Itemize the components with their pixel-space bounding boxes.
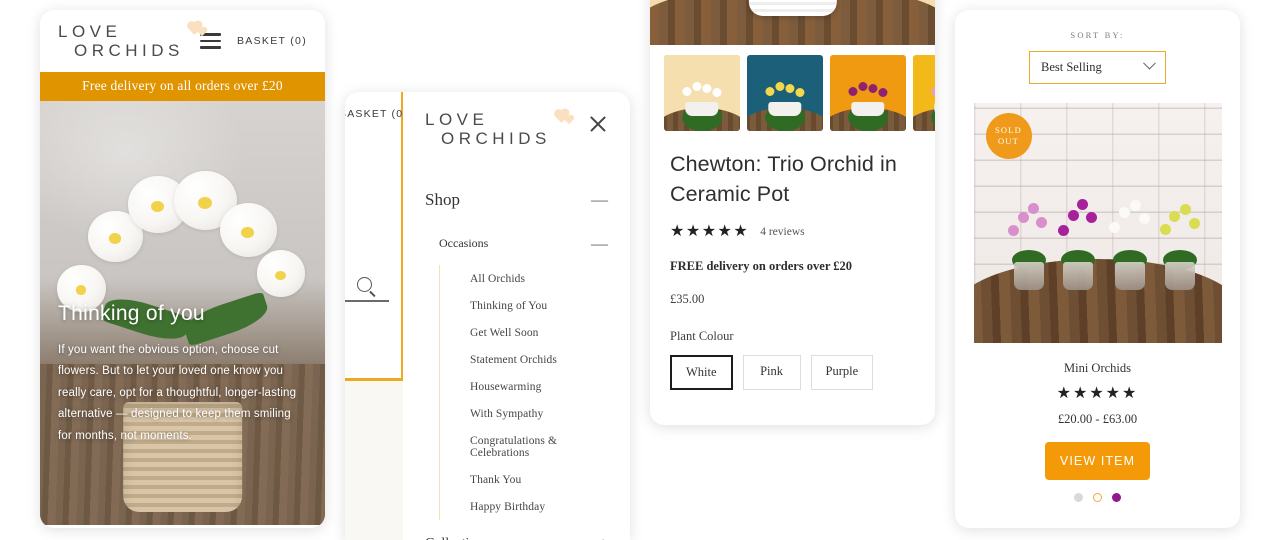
basket-link[interactable]: BASKET (0) (237, 35, 307, 47)
thumbnail-flowers (927, 79, 935, 105)
view-item-button[interactable]: VIEW ITEM (1045, 442, 1150, 480)
product-thumbnail[interactable] (664, 55, 740, 131)
product-card-rating: ★★★★★ (1056, 385, 1139, 402)
product-thumbnail[interactable] (913, 55, 935, 131)
close-icon[interactable] (588, 114, 608, 134)
product-title: Chewton: Trio Orchid in Ceramic Pot (670, 152, 897, 206)
list-item[interactable]: Thinking of You (470, 292, 608, 319)
swatch-dot-grey[interactable] (1074, 493, 1083, 502)
sort-by-label: SORT BY: (1070, 30, 1125, 40)
product-main-image[interactable] (650, 0, 935, 45)
product-card-price: £20.00 - £63.00 (1057, 412, 1138, 426)
orchid-pot (1013, 262, 1044, 291)
status-badge-line2: OUT (997, 136, 1020, 146)
hero-title: Thinking of you (58, 301, 205, 325)
hero-copy: Thinking of you If you want the obvious … (58, 302, 307, 448)
product-price: £35.00 (670, 292, 705, 306)
nav-item-occasions-label: Occasions (439, 236, 489, 250)
orchid-pot (1165, 262, 1196, 291)
review-count[interactable]: 4 reviews (760, 226, 804, 238)
star-rating: ★★★★★ (670, 223, 750, 240)
product-thumbnail[interactable] (747, 55, 823, 131)
product-listing-panel: SORT BY: Best Selling SOLD OUT Mini Orch… (955, 10, 1240, 528)
colour-option-pink[interactable]: Pink (742, 355, 801, 390)
orchid-flowers (1056, 194, 1100, 254)
product-card-title[interactable]: Mini Orchids (955, 361, 1240, 376)
drawer-left-strip: BASKET (0) (345, 92, 407, 540)
product-rating: ★★★★★ 4 reviews (670, 224, 915, 240)
list-item[interactable]: Statement Orchids (470, 346, 608, 373)
sort-by-value: Best Selling (1041, 60, 1102, 74)
product-card-image[interactable]: SOLD OUT (973, 103, 1222, 343)
home-page-panel: LOVE ORCHIDS BASKET (0) Free delivery on… (40, 10, 325, 528)
plant-colour-options: White Pink Purple (670, 355, 915, 390)
swatch-dot-orange[interactable] (1093, 493, 1102, 502)
screenshot-stage: LOVE ORCHIDS BASKET (0) Free delivery on… (0, 0, 1280, 540)
search-icon[interactable] (357, 277, 372, 292)
drawer-basket-link[interactable]: BASKET (0) (345, 108, 408, 120)
nav-item-shop-label: Shop (425, 190, 460, 209)
free-delivery-banner: Free delivery on all orders over £20 (40, 72, 325, 101)
swatch-dot-purple[interactable] (1112, 493, 1121, 502)
brand-logo-line2: ORCHIDS (74, 41, 184, 60)
header-actions: BASKET (0) (200, 33, 307, 49)
orchid-pot (1063, 262, 1094, 291)
status-badge-line1: SOLD (995, 125, 1022, 135)
nav-item-occasions[interactable]: Occasions — (425, 235, 608, 252)
minus-icon[interactable]: — (591, 191, 608, 208)
hero-section: Thinking of you If you want the obvious … (40, 101, 325, 525)
strip-cream-area (345, 381, 403, 540)
minus-icon[interactable]: — (591, 235, 608, 252)
drawer-brand-line2: ORCHIDS (441, 129, 551, 148)
drawer-content: LOVE ORCHIDS Shop — Occasions — All Orch… (403, 92, 630, 540)
orchid-pot (1115, 262, 1146, 291)
list-item[interactable]: Housewarming (470, 373, 608, 400)
colour-option-white[interactable]: White (670, 355, 733, 390)
orchid-flowers (1108, 194, 1152, 254)
brand-logo[interactable]: LOVE ORCHIDS (58, 22, 207, 60)
search-underline (345, 300, 389, 302)
plant-colour-label: Plant Colour (670, 329, 734, 343)
occasions-submenu: All Orchids Thinking of You Get Well Soo… (439, 265, 608, 520)
site-header: LOVE ORCHIDS BASKET (0) (40, 10, 325, 72)
thumbnail-pot (768, 102, 802, 116)
list-item[interactable]: Thank You (470, 466, 608, 493)
variant-swatch-dots (955, 493, 1240, 502)
list-item[interactable]: Congratulations & Celebrations (470, 427, 608, 466)
sort-by-select[interactable]: Best Selling (1029, 51, 1166, 84)
drawer-header: LOVE ORCHIDS (425, 110, 608, 148)
nav-item-collections-label: Collections (425, 536, 489, 540)
product-thumbnail-strip (650, 45, 935, 143)
list-item[interactable]: Get Well Soon (470, 319, 608, 346)
hamburger-menu-icon[interactable] (200, 33, 221, 49)
brand-logo-line1: LOVE (58, 22, 122, 41)
list-item[interactable]: With Sympathy (470, 400, 608, 427)
navigation-drawer-panel: BASKET (0) LOVE ORCHIDS Shop — Occasions… (345, 92, 630, 540)
nav-item-shop[interactable]: Shop — (425, 190, 608, 210)
colour-option-purple[interactable]: Purple (810, 355, 874, 390)
free-delivery-note: FREE delivery on orders over £20 (670, 259, 853, 273)
hero-body-text: If you want the obvious option, choose c… (58, 343, 297, 442)
thumbnail-pot (685, 102, 719, 116)
drawer-brand-logo[interactable]: LOVE ORCHIDS (425, 110, 574, 148)
orchid-flowers (1158, 194, 1202, 254)
chevron-down-icon (1143, 56, 1156, 70)
list-item[interactable]: All Orchids (470, 265, 608, 292)
product-thumbnail[interactable] (830, 55, 906, 131)
product-info: Chewton: Trio Orchid in Ceramic Pot ★★★★… (650, 143, 935, 408)
status-badge: SOLD OUT (985, 113, 1032, 159)
orchid-flowers (1007, 194, 1051, 254)
nav-item-collections[interactable]: Collections + (425, 535, 608, 540)
product-detail-panel: Chewton: Trio Orchid in Ceramic Pot ★★★★… (650, 0, 935, 425)
drawer-brand-line1: LOVE (425, 110, 489, 129)
product-image-pot (748, 0, 837, 16)
thumbnail-pot (851, 102, 885, 116)
list-item[interactable]: Happy Birthday (470, 493, 608, 520)
